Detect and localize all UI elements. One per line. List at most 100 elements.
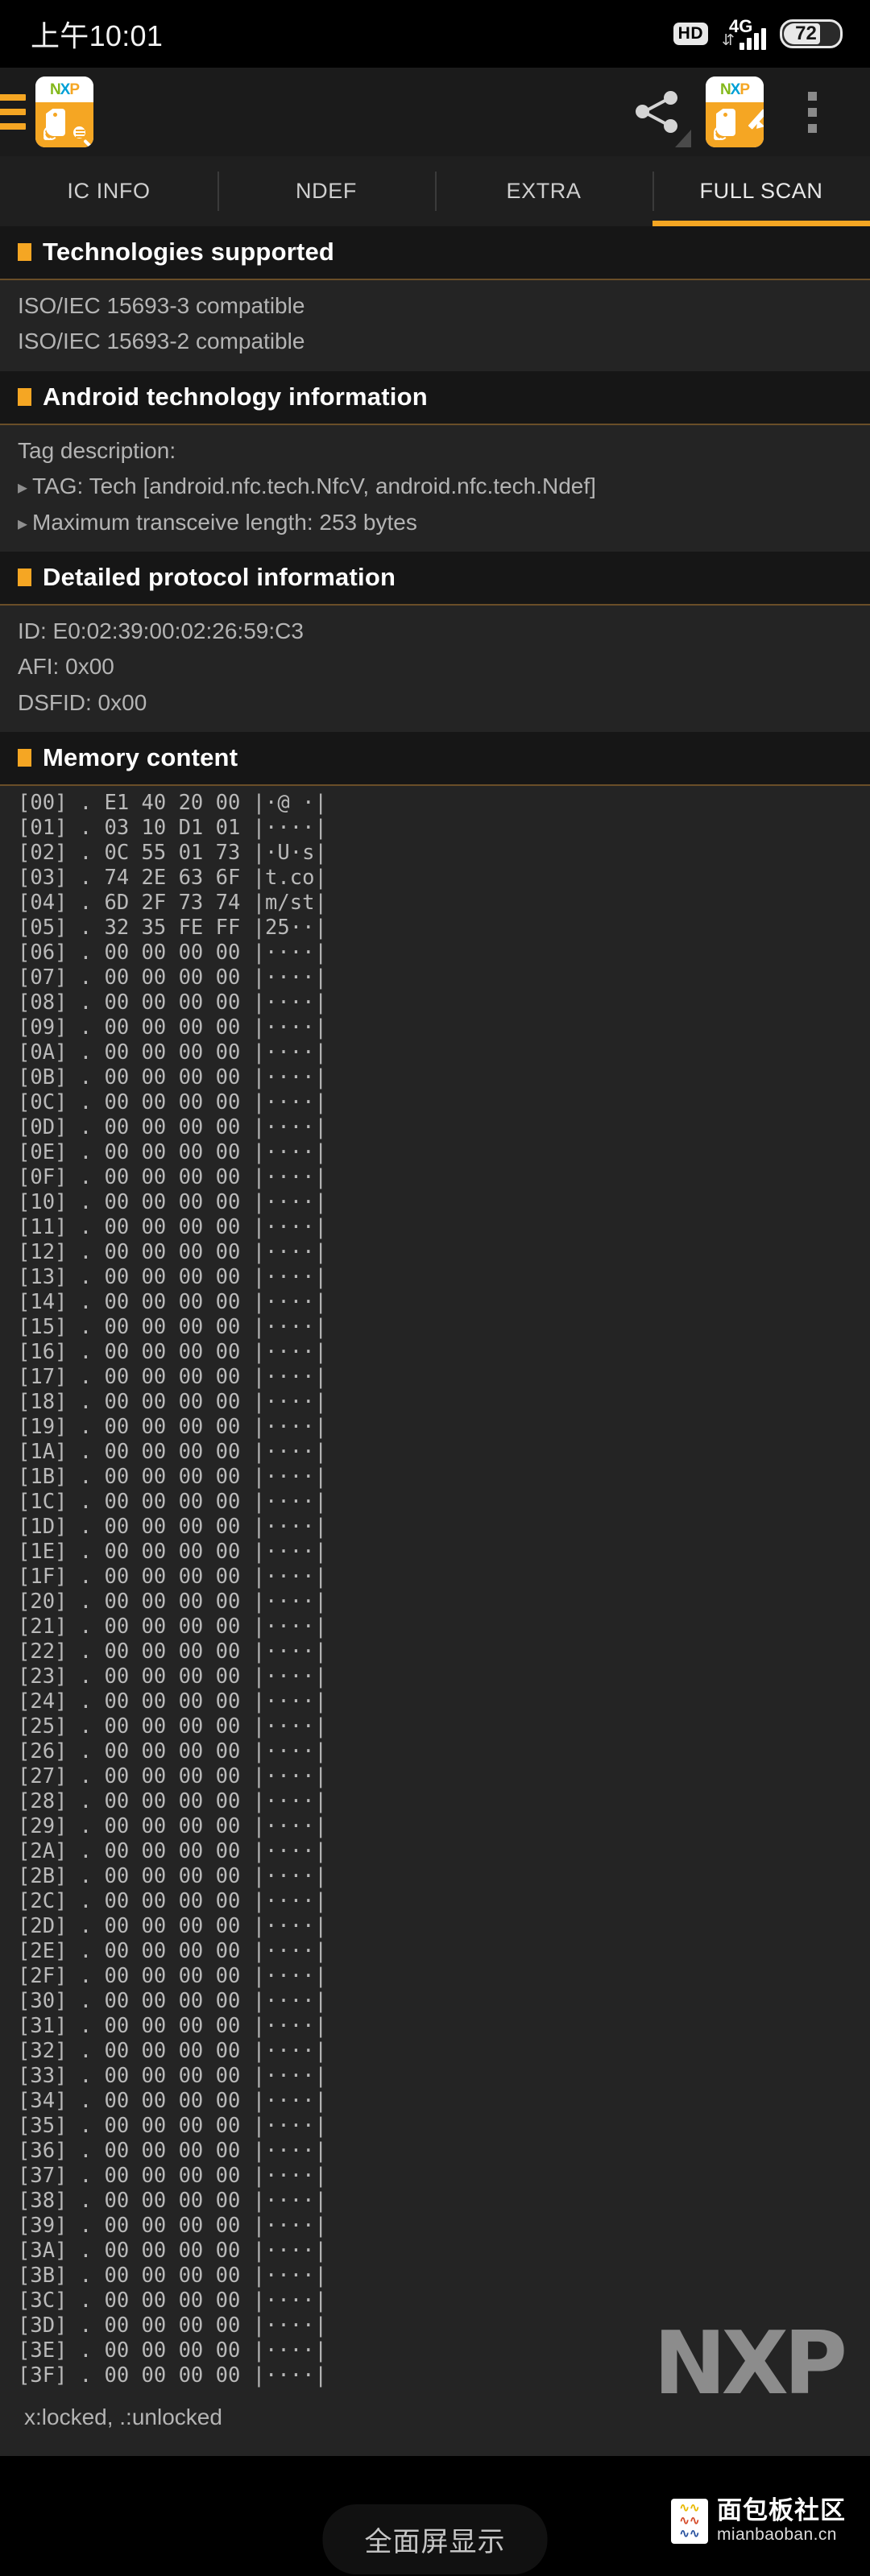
section-header-technologies: Technologies supported <box>0 226 870 280</box>
share-button[interactable] <box>619 73 696 151</box>
memory-row: [2B] . 00 00 00 00 |····| <box>18 1864 327 1889</box>
memory-row: [10] . 00 00 00 00 |····| <box>18 1190 327 1215</box>
memory-row: [17] . 00 00 00 00 |····| <box>18 1365 327 1390</box>
tab-full-scan-label: FULL SCAN <box>699 179 823 203</box>
nxp-logo-x-2: X <box>730 81 741 98</box>
status-bar: 上午10:01 HD 4G ⇵ 72 <box>0 0 870 68</box>
memory-row: [29] . 00 00 00 00 |····| <box>18 1814 327 1839</box>
memory-row: [27] . 00 00 00 00 |····| <box>18 1764 327 1789</box>
memory-row: [37] . 00 00 00 00 |····| <box>18 2164 327 2189</box>
tab-ic-info-label: IC INFO <box>67 179 151 203</box>
status-icons: HD 4G ⇵ 72 <box>673 16 843 50</box>
memory-row: [13] . 00 00 00 00 |····| <box>18 1265 327 1290</box>
memory-row: [35] . 00 00 00 00 |····| <box>18 2114 327 2139</box>
technology-line: ISO/IEC 15693-2 compatible <box>18 329 305 354</box>
tagwriter-glyph <box>706 102 764 147</box>
section-title-technologies: Technologies supported <box>43 238 335 266</box>
section-header-android-tech: Android technology information <box>0 370 870 425</box>
tab-extra[interactable]: EXTRA <box>435 156 652 226</box>
memory-row: [00] . E1 40 20 00 |·@ ·| <box>18 791 327 816</box>
memory-row: [30] . 00 00 00 00 |····| <box>18 1989 327 2014</box>
pencil-icon <box>738 105 764 132</box>
memory-row: [01] . 03 10 D1 01 |····| <box>18 816 327 841</box>
watermark-url: mianbaoban.cn <box>717 2524 837 2544</box>
memory-row: [03] . 74 2E 63 6F |t.co| <box>18 866 327 891</box>
tab-ic-info[interactable]: IC INFO <box>0 156 218 226</box>
section-body-technologies: ISO/IEC 15693-3 compatible ISO/IEC 15693… <box>0 280 870 371</box>
memory-row: [0B] . 00 00 00 00 |····| <box>18 1065 327 1090</box>
fullscreen-display-button[interactable]: 全面屏显示 <box>322 2504 548 2574</box>
memory-row: [07] . 00 00 00 00 |····| <box>18 965 327 990</box>
scan-results-content[interactable]: Technologies supported ISO/IEC 15693-3 c… <box>0 226 870 2456</box>
android-tech-item[interactable]: TAG: Tech [android.nfc.tech.NfcV, androi… <box>18 469 852 504</box>
memory-row: [3A] . 00 00 00 00 |····| <box>18 2239 327 2264</box>
technology-line: ISO/IEC 15693-3 compatible <box>18 293 305 318</box>
nxp-logo-x: X <box>60 81 71 98</box>
memory-row: [32] . 00 00 00 00 |····| <box>18 2039 327 2064</box>
memory-row: [0F] . 00 00 00 00 |····| <box>18 1165 327 1190</box>
memory-row: [23] . 00 00 00 00 |····| <box>18 1664 327 1689</box>
memory-row: [2E] . 00 00 00 00 |····| <box>18 1939 327 1964</box>
tab-ndef[interactable]: NDEF <box>218 156 435 226</box>
app-screen: 上午10:01 HD 4G ⇵ 72 NXP NXP IC INFO NDEF … <box>0 0 870 2576</box>
data-transfer-icon: ⇵ <box>722 32 735 49</box>
android-tech-item[interactable]: Maximum transceive length: 253 bytes <box>18 505 852 540</box>
mianbaoban-watermark: ∿∿ ∿∿ ∿∿ 面包板社区 mianbaoban.cn <box>671 2496 846 2545</box>
memory-row: [34] . 00 00 00 00 |····| <box>18 2089 327 2114</box>
memory-row: [33] . 00 00 00 00 |····| <box>18 2064 327 2089</box>
tag-icon <box>43 109 70 141</box>
memory-row: [02] . 0C 55 01 73 |·U·s| <box>18 841 327 866</box>
memory-row: [39] . 00 00 00 00 |····| <box>18 2214 327 2239</box>
nxp-logo: NXP <box>35 76 93 102</box>
memory-row: [0E] . 00 00 00 00 |····| <box>18 1140 327 1165</box>
nxp-watermark: NXP <box>653 2313 847 2414</box>
watermark-title: 面包板社区 <box>717 2496 846 2524</box>
magnifier-icon <box>72 125 92 147</box>
section-body-protocol: ID: E0:02:39:00:02:26:59:C3 AFI: 0x00 DS… <box>0 605 870 733</box>
share-corner-indicator-icon <box>675 130 691 147</box>
memory-row: [08] . 00 00 00 00 |····| <box>18 990 327 1015</box>
memory-row: [0C] . 00 00 00 00 |····| <box>18 1090 327 1115</box>
signal-icon: 4G ⇵ <box>722 16 766 50</box>
nxp-logo-2: NXP <box>706 76 764 102</box>
memory-hexdump[interactable]: [00] . E1 40 20 00 |·@ ·| [01] . 03 10 D1… <box>0 786 870 2389</box>
section-body-android-tech: Tag description: TAG: Tech [android.nfc.… <box>0 424 870 552</box>
tag-description-label: Tag description: <box>18 437 176 463</box>
taginfo-glyph <box>35 102 93 147</box>
memory-row: [1F] . 00 00 00 00 |····| <box>18 1565 327 1590</box>
memory-row: [2D] . 00 00 00 00 |····| <box>18 1914 327 1939</box>
overflow-menu-icon <box>807 91 817 133</box>
hamburger-icon[interactable] <box>0 94 26 130</box>
nxp-taginfo-icon[interactable]: NXP <box>35 76 93 147</box>
section-bullet-icon <box>18 749 31 767</box>
tab-extra-label: EXTRA <box>506 179 582 203</box>
memory-row: [25] . 00 00 00 00 |····| <box>18 1714 327 1739</box>
section-title-protocol: Detailed protocol information <box>43 562 396 591</box>
nxp-logo-p-2: P <box>740 81 750 98</box>
tab-full-scan[interactable]: FULL SCAN <box>652 156 870 226</box>
memory-row: [2F] . 00 00 00 00 |····| <box>18 1964 327 1989</box>
tag-icon-2 <box>713 109 740 141</box>
memory-row: [16] . 00 00 00 00 |····| <box>18 1340 327 1365</box>
tagwriter-button[interactable]: NXP <box>696 73 773 151</box>
memory-row: [2C] . 00 00 00 00 |····| <box>18 1889 327 1914</box>
memory-row: [22] . 00 00 00 00 |····| <box>18 1639 327 1664</box>
memory-row: [36] . 00 00 00 00 |····| <box>18 2139 327 2164</box>
section-bullet-icon <box>18 568 31 586</box>
memory-row: [31] . 00 00 00 00 |····| <box>18 2014 327 2039</box>
section-title-android-tech: Android technology information <box>43 382 428 411</box>
overflow-menu-button[interactable] <box>773 73 851 151</box>
protocol-line: ID: E0:02:39:00:02:26:59:C3 <box>18 618 304 643</box>
section-header-memory: Memory content <box>0 732 870 787</box>
nfc-waves-icon <box>44 126 58 140</box>
section-title-memory: Memory content <box>43 743 238 772</box>
memory-row: [0A] . 00 00 00 00 |····| <box>18 1040 327 1065</box>
memory-row: [1D] . 00 00 00 00 |····| <box>18 1515 327 1540</box>
memory-row: [14] . 00 00 00 00 |····| <box>18 1290 327 1315</box>
memory-row: [1C] . 00 00 00 00 |····| <box>18 1490 327 1515</box>
memory-row: [38] . 00 00 00 00 |····| <box>18 2189 327 2214</box>
protocol-line: DSFID: 0x00 <box>18 689 147 715</box>
tab-bar: IC INFO NDEF EXTRA FULL SCAN <box>0 156 870 226</box>
memory-row: [05] . 32 35 FE FF |25··| <box>18 916 327 941</box>
memory-row: [3C] . 00 00 00 00 |····| <box>18 2289 327 2313</box>
